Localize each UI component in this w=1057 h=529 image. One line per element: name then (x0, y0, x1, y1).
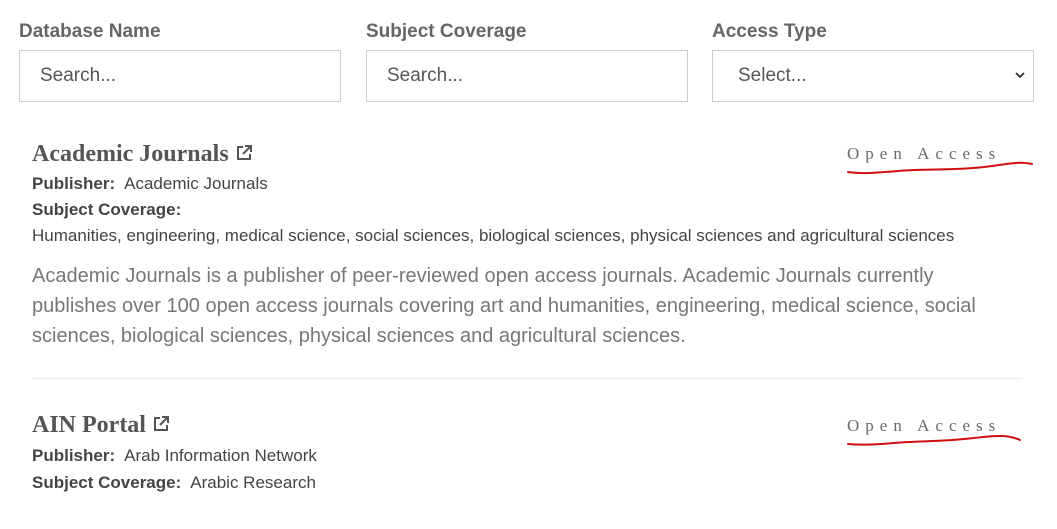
database-entry: AIN Portal Open Access Publisher: Arab In… (32, 0, 1022, 529)
publisher-label: Publisher: (32, 446, 116, 465)
entry-title-text[interactable]: AIN Portal (32, 412, 146, 438)
red-underline-annotation (847, 434, 1021, 446)
subject-coverage-label: Subject Coverage: (32, 473, 182, 492)
entry-title[interactable]: AIN Portal (32, 412, 170, 439)
publisher-row: Publisher: Arab Information Network (32, 446, 317, 466)
external-link-icon[interactable] (152, 415, 170, 433)
publisher-value: Arab Information Network (124, 446, 317, 465)
subject-coverage-row: Subject Coverage: Arabic Research (32, 473, 316, 493)
subject-coverage-value: Arabic Research (190, 473, 316, 492)
